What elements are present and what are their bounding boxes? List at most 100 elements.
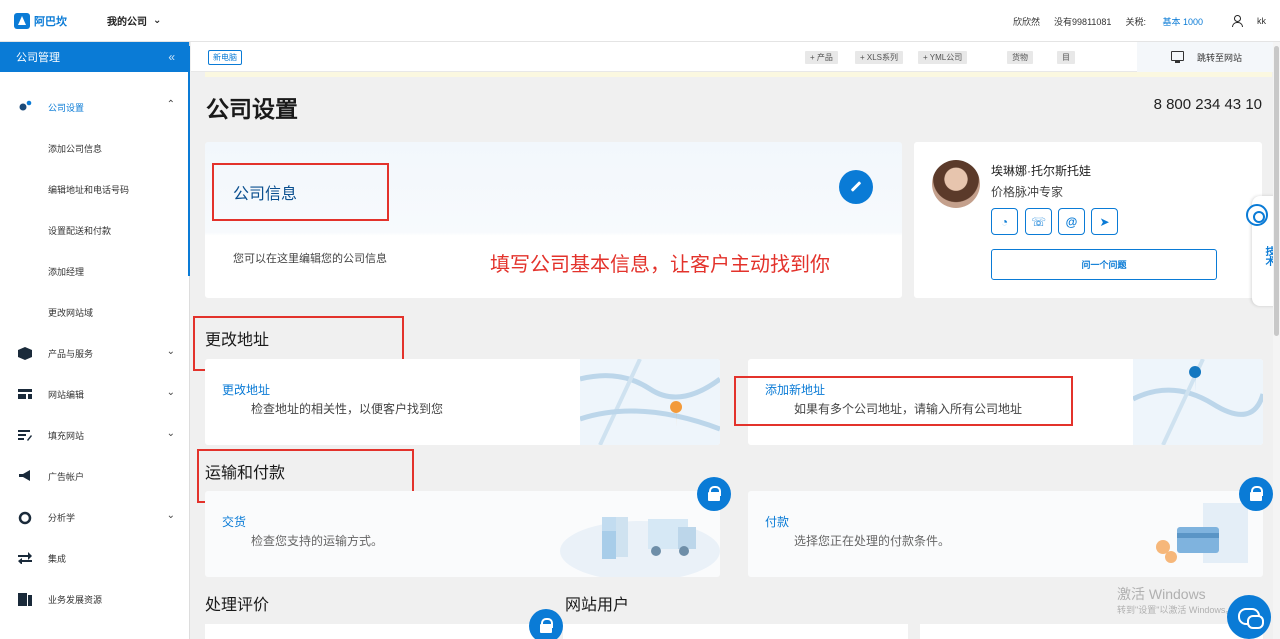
expert-card: 埃琳娜·托尔斯托娃 价格脉冲专家 ◔ ☏ @ ➤ 问一个问题 [914,142,1262,298]
highlight-box [212,163,389,221]
delivery-illustration [560,517,720,577]
delivery-card[interactable]: 交货 检查您支持的运输方式。 [205,491,720,577]
jump-to-site-button[interactable]: 跳转至网站 [1137,42,1273,72]
add-yml-button[interactable]: + YML公司 [918,51,968,64]
expert-role: 价格脉冲专家 [991,185,1064,199]
tariff[interactable]: 关税: 基本 1000 [1125,15,1217,28]
sidebar-section-label: 公司设置 [48,102,85,113]
sidebar: 公司管理 « 公司设置 ⌃ 添加公司信息 编辑地址和电话号码 设置配送和付款 添… [0,42,190,639]
chevron-down-icon: ⌄ [166,428,175,439]
sidebar-subitem[interactable]: 更改网站域 [0,292,189,333]
collapse-icon[interactable]: « [168,50,175,64]
expert-name: 埃琳娜·托尔斯托娃 [991,164,1091,178]
logo-text: 阿巴坎 [34,15,67,28]
sidebar-item-site-editor[interactable]: 网站编辑 ⌄ [0,374,189,415]
jump-label: 跳转至网站 [1197,52,1243,63]
ask-label: 问一个问题 [1081,260,1127,270]
sidebar-item-fill-site[interactable]: 填充网站 ⌄ [0,415,189,456]
email-icon[interactable]: @ [1058,208,1085,235]
company-info-desc: 您可以在这里编辑您的公司信息 [233,253,387,265]
gear-icon [19,100,32,111]
site-users-section-title: 网站用户 [565,597,630,614]
reviews-section-title: 处理评价 [205,597,270,614]
payment-link[interactable]: 付款 [765,513,789,530]
support-phone[interactable]: 8 800 234 43 10 [1154,96,1262,113]
windows-activation-hint: 转到"设置"以激活 Windows。 [1117,605,1235,615]
map-illustration [1133,359,1263,445]
chevron-down-icon: ⌄ [166,346,175,357]
logo-icon [14,12,30,29]
change-address-card[interactable]: 更改地址 检查地址的相关性，以便客户找到您 [205,359,720,445]
box-icon [18,347,32,360]
toolbar: 新电脑 + 产品 + XLS系列 + YML公司 货物 目 [191,42,1137,72]
highlight-box [734,376,1073,426]
viber-icon[interactable]: ☏ [1025,208,1052,235]
sidebar-header: 公司管理 « [0,42,189,72]
sidebar-section-company-settings[interactable]: 公司设置 ⌃ [0,86,189,128]
sidebar-item-analytics[interactable]: 分析学 ⌄ [0,497,189,538]
sidebar-item-integration[interactable]: 集成 [0,538,189,579]
sidebar-item-label: 填充网站 [48,431,85,441]
user-icon[interactable] [1231,15,1243,27]
sidebar-subitem[interactable]: 添加经理 [0,251,189,292]
add-xls-button[interactable]: + XLS系列 [855,51,904,64]
sidebar-item-label: 广告帐户 [48,472,85,482]
sidebar-subitem[interactable]: 编辑地址和电话号码 [0,169,189,210]
sidebar-subitem[interactable]: 添加公司信息 [0,128,189,169]
tariff-label: 关税: [1125,16,1146,27]
chevron-down-icon: ⌄ [153,15,162,26]
avatar [932,160,980,208]
delivery-link[interactable]: 交货 [222,513,246,530]
change-address-link[interactable]: 更改地址 [222,381,270,398]
edit-list-icon [18,430,32,441]
tariff-value: 基本 1000 [1162,16,1203,27]
goods-button[interactable]: 货物 [1007,51,1033,64]
account-number: 没有99811081 [1054,16,1112,27]
edit-button[interactable] [839,170,873,204]
company-select[interactable]: 我的公司 ⌄ [107,13,161,28]
lock-icon[interactable] [697,477,731,511]
delivery-desc: 检查您支持的运输方式。 [251,534,384,548]
change-address-desc: 检查地址的相关性，以便客户找到您 [251,402,444,416]
sidebar-title: 公司管理 [16,52,60,64]
layout-icon [18,389,32,399]
pencil-icon [850,181,862,192]
ask-question-button[interactable]: 问一个问题 [991,249,1217,280]
chevron-down-icon: ⌄ [166,510,175,521]
card[interactable] [920,624,1263,639]
sidebar-item-label: 分析学 [48,513,76,523]
site-users-card[interactable] [563,624,908,639]
sidebar-item-products[interactable]: 产品与服务 ⌄ [0,333,189,374]
payment-card[interactable]: 付款 选择您正在处理的付款条件。 [748,491,1263,577]
whatsapp-icon[interactable]: ◔ [991,208,1018,235]
sidebar-item-resources[interactable]: 业务发展资源 [0,579,189,620]
lock-icon[interactable] [529,609,563,639]
sidebar-active-indicator [188,46,190,276]
scrollbar-thumb[interactable] [1274,46,1279,336]
telegram-icon[interactable]: ➤ [1091,208,1118,235]
sidebar-item-label: 业务发展资源 [48,595,103,605]
payment-desc: 选择您正在处理的付款条件。 [794,534,951,548]
lock-icon[interactable] [1239,477,1273,511]
analytics-icon [18,511,32,525]
chat-icon[interactable] [1227,595,1271,639]
badge-label: 新电脑 [213,53,237,62]
megaphone-icon [19,470,30,481]
new-pc-badge[interactable]: 新电脑 [208,50,242,65]
user-name[interactable]: kk [1257,16,1266,26]
add-product-button[interactable]: + 产品 [805,51,838,64]
notice-strip [205,72,1272,77]
sidebar-subitem[interactable]: 设置配送和付款 [0,210,189,251]
sidebar-item-ad-accounts[interactable]: 广告帐户 [0,456,189,497]
grid-view-button[interactable]: 目 [1057,51,1075,64]
arrows-icon [18,552,32,564]
scrollbar[interactable] [1273,42,1280,639]
windows-activation-watermark: 激活 Windows [1117,586,1206,602]
reviews-card[interactable] [205,624,547,639]
logo[interactable]: 阿巴坎 [14,12,67,29]
support-icon [1246,204,1268,226]
sidebar-item-label: 产品与服务 [48,349,94,359]
sidebar-item-label: 集成 [48,554,67,564]
company-name: 我的公司 [107,17,147,28]
chevron-up-icon: ⌃ [166,99,175,110]
